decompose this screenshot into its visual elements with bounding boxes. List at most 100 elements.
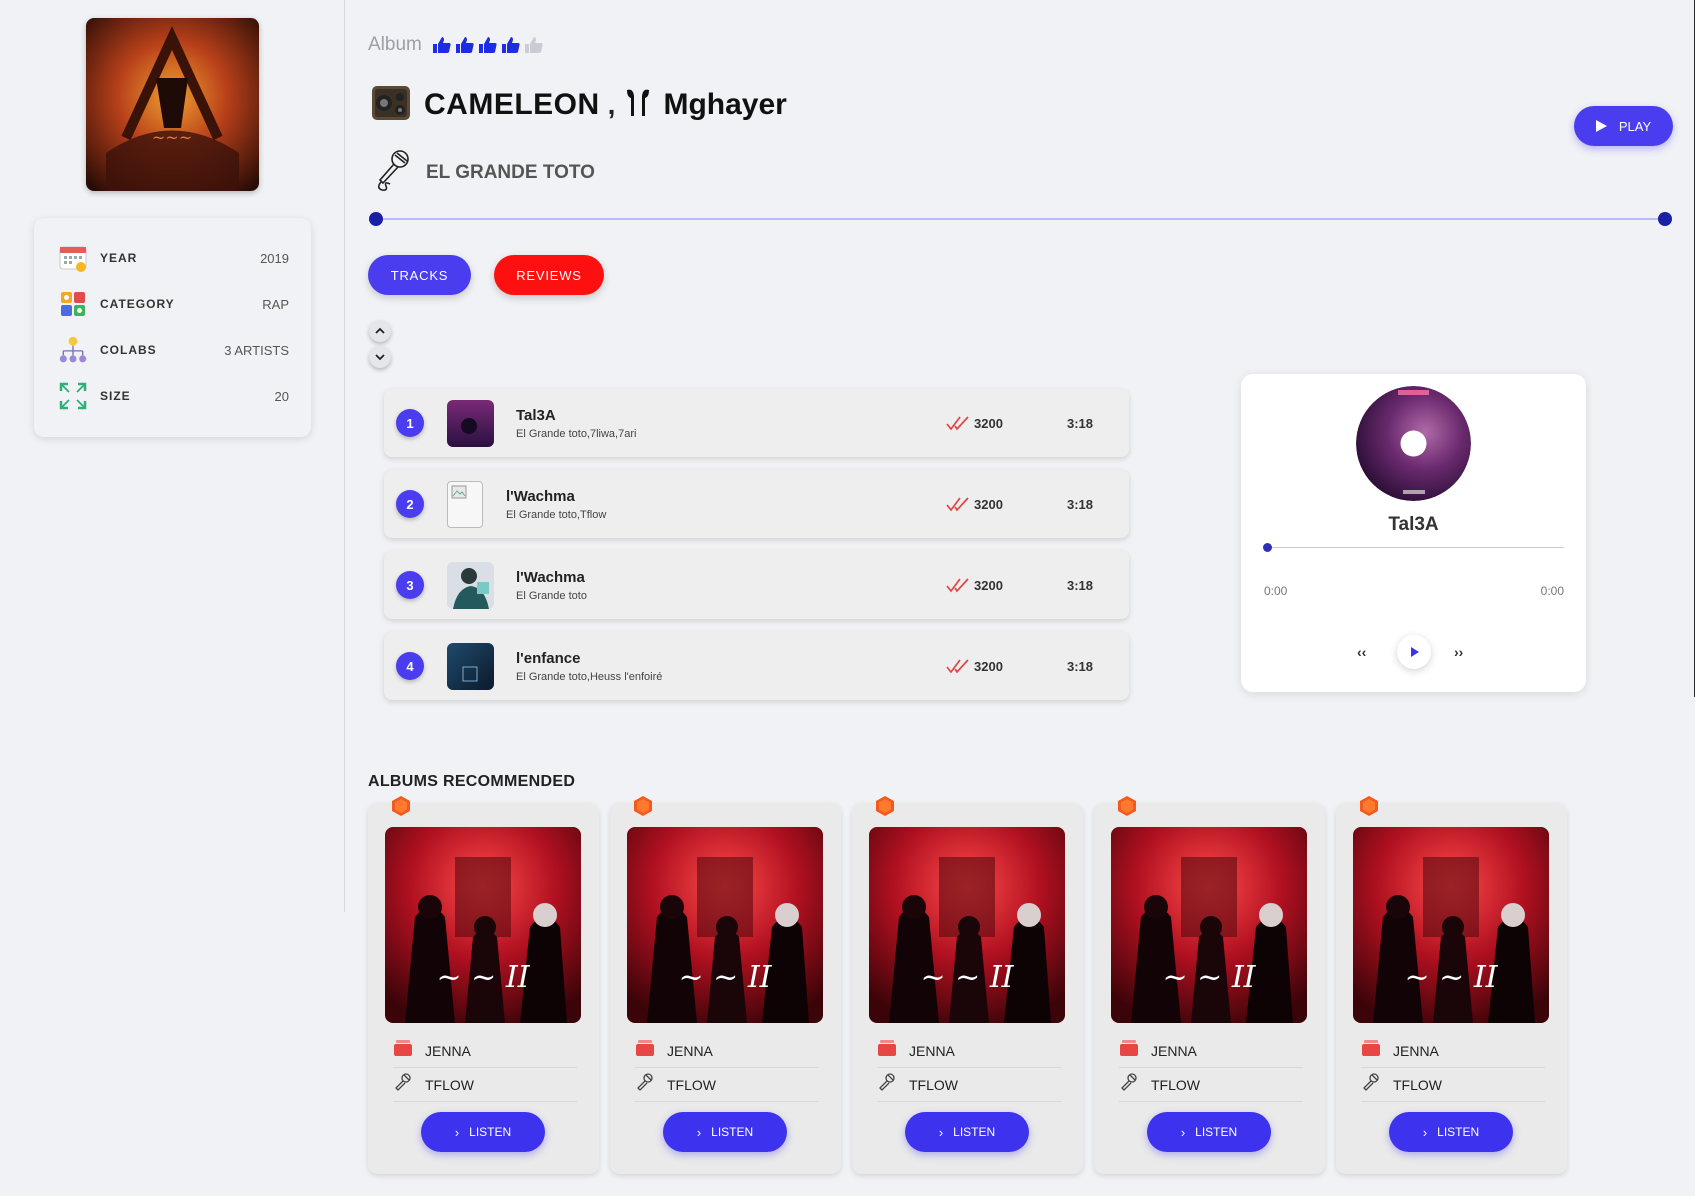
- play-button[interactable]: PLAY: [1574, 106, 1673, 146]
- microphone-icon: [1119, 1072, 1139, 1097]
- recommended-artist-row: TFLOW: [1361, 1068, 1545, 1102]
- svg-text:~ ~ II: ~ ~ II: [1162, 960, 1256, 995]
- title-separator: ,: [607, 89, 616, 120]
- track-row[interactable]: 4 l'enfance El Grande toto,Heuss l'enfoi…: [384, 632, 1129, 700]
- tab-reviews[interactable]: REVIEWS: [494, 255, 604, 295]
- recommended-artist-row: TFLOW: [1119, 1068, 1303, 1102]
- album-stack-icon: [1361, 1039, 1381, 1062]
- player-track-title: Tal3A: [1388, 514, 1439, 535]
- expand-icon: [58, 381, 88, 411]
- info-value: RAP: [262, 296, 289, 312]
- listen-button[interactable]: › LISTEN: [663, 1112, 787, 1152]
- recommended-album-artwork[interactable]: ~ ~ II: [869, 827, 1065, 1023]
- thumbs-up-filled-icon[interactable]: [501, 35, 522, 55]
- next-button[interactable]: ››: [1454, 644, 1463, 660]
- track-duration: 3:18: [1067, 497, 1094, 512]
- rating-thumbs[interactable]: [432, 35, 547, 55]
- svg-text:~ ~ II: ~ ~ II: [678, 960, 772, 995]
- track-plays: 3200: [974, 659, 1003, 674]
- scroll-up-button[interactable]: [369, 320, 391, 342]
- recommended-artist-name: TFLOW: [1393, 1076, 1442, 1093]
- track-name: l'Wachma: [516, 569, 585, 586]
- recommended-artist-row: TFLOW: [393, 1068, 577, 1102]
- recommended-artist-row: TFLOW: [877, 1068, 1061, 1102]
- recommended-album-artwork[interactable]: ~ ~ II: [627, 827, 823, 1023]
- chevron-right-icon: ›: [454, 1124, 460, 1140]
- tab-tracks[interactable]: TRACKS: [368, 255, 471, 295]
- sidebar: ~~~ YEAR 2019 CATEGORY RAP COLABS 3 ARTI…: [0, 0, 345, 912]
- play-icon: [1595, 120, 1607, 132]
- info-row-category: CATEGORY RAP: [58, 288, 289, 320]
- track-artists: El Grande toto,7liwa,7ari: [516, 428, 637, 440]
- album-info-card: YEAR 2019 CATEGORY RAP COLABS 3 ARTISTS …: [34, 218, 311, 437]
- recommended-album-row: JENNA: [393, 1034, 577, 1068]
- thumbs-up-empty-icon[interactable]: [524, 35, 545, 55]
- recommended-artist-name: TFLOW: [425, 1076, 474, 1093]
- slider-start-handle[interactable]: [369, 212, 383, 226]
- network-icon: [58, 335, 88, 365]
- info-row-colabs: COLABS 3 ARTISTS: [58, 334, 289, 366]
- recommended-album-card[interactable]: ~ ~ II JENNA TFLOW › LISTEN: [1336, 796, 1567, 1174]
- listen-button[interactable]: › LISTEN: [421, 1112, 545, 1152]
- slider-end-handle[interactable]: [1658, 212, 1672, 226]
- artist-name[interactable]: EL GRANDE TOTO: [426, 162, 595, 184]
- recommended-album-name: JENNA: [667, 1042, 713, 1059]
- calendar-icon: [58, 243, 88, 273]
- track-number: 3: [396, 571, 424, 599]
- scroll-down-button[interactable]: [369, 346, 391, 368]
- info-label: YEAR: [100, 251, 138, 265]
- album-progress-slider[interactable]: [369, 212, 1672, 226]
- recommended-section-title: ALBUMS RECOMMENDED: [368, 773, 576, 790]
- player-progress-handle[interactable]: [1263, 543, 1272, 552]
- previous-button[interactable]: ‹‹: [1357, 644, 1366, 660]
- recommended-album-row: JENNA: [1361, 1034, 1545, 1068]
- double-check-icon: [946, 415, 970, 436]
- listen-label: LISTEN: [1195, 1125, 1238, 1139]
- track-row[interactable]: 2 l'Wachma El Grande toto,Tflow 3200 3:1…: [384, 470, 1129, 538]
- info-value: 3 ARTISTS: [224, 342, 289, 358]
- player-play-button[interactable]: [1397, 635, 1431, 669]
- svg-text:~ ~ II: ~ ~ II: [920, 960, 1014, 995]
- recommended-album-card[interactable]: ~ ~ II JENNA TFLOW › LISTEN: [368, 796, 599, 1174]
- listen-button[interactable]: › LISTEN: [905, 1112, 1029, 1152]
- recommended-album-row: JENNA: [877, 1034, 1061, 1068]
- track-row[interactable]: 1 Tal3A El Grande toto,7liwa,7ari 3200 3…: [384, 389, 1129, 457]
- thumbs-up-filled-icon[interactable]: [455, 35, 476, 55]
- thumbs-up-filled-icon[interactable]: [432, 35, 453, 55]
- album-stack-icon: [877, 1039, 897, 1062]
- chevron-up-icon: [375, 327, 385, 334]
- track-plays: 3200: [974, 497, 1003, 512]
- track-artists: El Grande toto,Heuss l'enfoiré: [516, 671, 663, 683]
- track-number: 4: [396, 652, 424, 680]
- track-duration: 3:18: [1067, 416, 1094, 431]
- track-name: l'Wachma: [506, 488, 575, 505]
- track-artists: El Grande toto: [516, 590, 587, 602]
- info-value: 2019: [260, 250, 289, 266]
- track-duration: 3:18: [1067, 659, 1094, 674]
- recommended-album-artwork[interactable]: ~ ~ II: [1111, 827, 1307, 1023]
- svg-text:~ ~ II: ~ ~ II: [1404, 960, 1498, 995]
- hexagon-badge-icon: [632, 795, 654, 817]
- album-title: CAMELEON: [424, 88, 600, 121]
- player-progress-bar[interactable]: [1263, 543, 1564, 552]
- recommended-album-card[interactable]: ~ ~ II JENNA TFLOW › LISTEN: [1094, 796, 1325, 1174]
- info-label: SIZE: [100, 389, 131, 403]
- recommended-album-card[interactable]: ~ ~ II JENNA TFLOW › LISTEN: [852, 796, 1083, 1174]
- recommended-album-card[interactable]: ~ ~ II JENNA TFLOW › LISTEN: [610, 796, 841, 1174]
- chevron-right-icon: ›: [1180, 1124, 1186, 1140]
- track-artists: El Grande toto,Tflow: [506, 509, 607, 521]
- play-icon: [1411, 647, 1419, 657]
- thumbs-up-filled-icon[interactable]: [478, 35, 499, 55]
- player-current-time: 0:00: [1264, 584, 1288, 598]
- recommended-album-name: JENNA: [909, 1042, 955, 1059]
- hexagon-badge-icon: [874, 795, 896, 817]
- listen-button[interactable]: › LISTEN: [1389, 1112, 1513, 1152]
- recommended-album-name: JENNA: [425, 1042, 471, 1059]
- recommended-album-artwork[interactable]: ~ ~ II: [1353, 827, 1549, 1023]
- recommended-album-artwork[interactable]: ~ ~ II: [385, 827, 581, 1023]
- album-stack-icon: [635, 1039, 655, 1062]
- listen-button[interactable]: › LISTEN: [1147, 1112, 1271, 1152]
- recommended-artist-name: TFLOW: [1151, 1076, 1200, 1093]
- track-row[interactable]: 3 l'Wachma El Grande toto 3200 3:18: [384, 551, 1129, 619]
- listen-label: LISTEN: [711, 1125, 754, 1139]
